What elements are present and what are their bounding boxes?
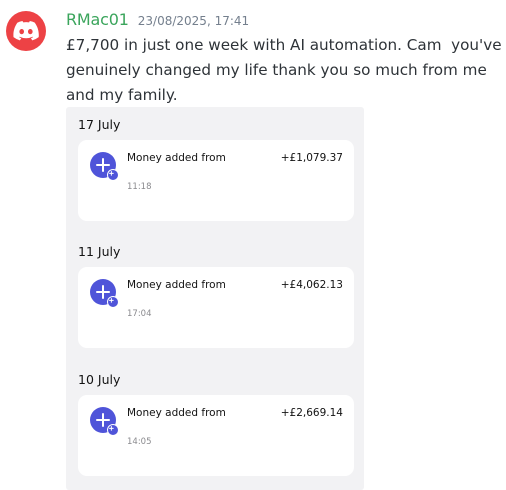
date-header: 17 July bbox=[78, 117, 121, 132]
image-attachment[interactable]: 17 July Money added from +£1,079.37 11:1… bbox=[66, 107, 364, 490]
discord-logo-icon bbox=[13, 21, 39, 41]
plus-badge-icon bbox=[107, 424, 119, 436]
add-money-icon bbox=[90, 407, 119, 436]
message-text: £7,700 in just one week with AI automati… bbox=[66, 36, 506, 104]
transaction-time: 17:04 bbox=[127, 309, 152, 319]
transaction-card: Money added from +£2,669.14 14:05 bbox=[78, 395, 354, 476]
message-timestamp: 23/08/2025, 17:41 bbox=[137, 14, 250, 28]
transaction-time: 11:18 bbox=[127, 182, 152, 192]
transaction-card: Money added from +£4,062.13 17:04 bbox=[78, 267, 354, 348]
plus-badge-icon bbox=[107, 296, 119, 308]
transaction-card: Money added from +£1,079.37 11:18 bbox=[78, 140, 354, 221]
transaction-title: Money added from bbox=[127, 407, 226, 419]
date-header: 10 July bbox=[78, 372, 121, 387]
add-money-icon bbox=[90, 279, 119, 308]
transaction-time: 14:05 bbox=[127, 437, 152, 447]
transaction-title: Money added from bbox=[127, 152, 226, 164]
date-header: 11 July bbox=[78, 244, 121, 259]
transaction-amount: +£4,062.13 bbox=[280, 279, 343, 291]
avatar[interactable] bbox=[6, 11, 46, 51]
transaction-amount: +£1,079.37 bbox=[280, 152, 343, 164]
message-header: RMac01 23/08/2025, 17:41 bbox=[66, 10, 249, 29]
transaction-title: Money added from bbox=[127, 279, 226, 291]
username[interactable]: RMac01 bbox=[66, 10, 129, 29]
transaction-amount: +£2,669.14 bbox=[280, 407, 343, 419]
plus-badge-icon bbox=[107, 169, 119, 181]
add-money-icon bbox=[90, 152, 119, 181]
